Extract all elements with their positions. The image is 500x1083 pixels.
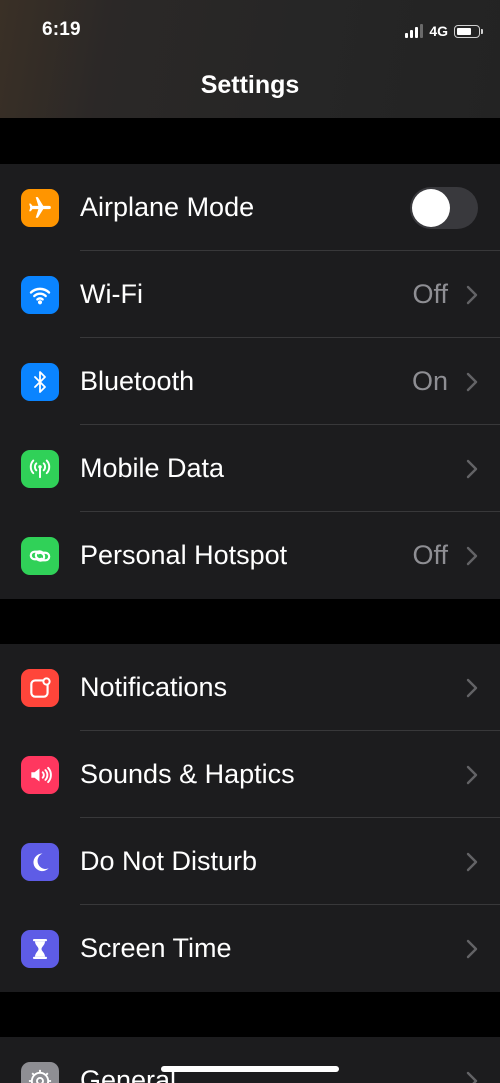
chevron-right-icon <box>466 765 478 784</box>
settings-row-personal-hotspot[interactable]: Personal Hotspot Off <box>0 512 500 599</box>
chevron-right-icon <box>466 678 478 697</box>
navigation-bar: 6:19 4G Settings <box>0 0 500 118</box>
chevron-right-icon <box>466 1071 478 1083</box>
settings-row-label: Screen Time <box>80 933 232 963</box>
settings-row-screen-time[interactable]: Screen Time <box>0 905 500 992</box>
chevron-right-icon <box>466 852 478 871</box>
settings-row-label: Do Not Disturb <box>80 846 258 876</box>
general-group: General <box>0 1037 500 1083</box>
settings-row-wifi[interactable]: Wi-Fi Off <box>0 251 500 338</box>
wifi-status-value: Off <box>412 279 448 309</box>
network-type: 4G <box>429 23 448 39</box>
settings-row-label: Personal Hotspot <box>80 540 288 570</box>
page-title: Settings <box>200 71 300 99</box>
airplane-icon <box>21 188 59 227</box>
settings-row-label: Bluetooth <box>80 366 195 396</box>
settings-row-mobile-data[interactable]: Mobile Data <box>0 425 500 512</box>
moon-icon <box>21 842 59 881</box>
settings-row-label: Airplane Mode <box>80 192 255 222</box>
status-indicators: 4G <box>405 20 483 42</box>
signal-strength-icon <box>405 24 424 38</box>
antenna-icon <box>21 449 59 488</box>
settings-row-notifications[interactable]: Notifications <box>0 644 500 731</box>
speaker-icon <box>21 755 59 794</box>
settings-row-label: Wi-Fi <box>80 279 143 309</box>
settings-row-do-not-disturb[interactable]: Do Not Disturb <box>0 818 500 905</box>
settings-row-label: Notifications <box>80 672 228 702</box>
chevron-right-icon <box>466 285 478 304</box>
connectivity-group: Airplane Mode Wi-Fi Off Bluetooth On Mob… <box>0 164 500 599</box>
notifications-group: Notifications Sounds & Haptics Do Not Di… <box>0 644 500 992</box>
airplane-mode-toggle[interactable] <box>410 186 478 229</box>
chevron-right-icon <box>466 546 478 565</box>
battery-icon <box>454 24 483 38</box>
wifi-icon <box>21 275 59 314</box>
home-indicator[interactable] <box>161 1066 339 1072</box>
settings-row-general[interactable]: General <box>0 1037 500 1083</box>
bluetooth-icon <box>21 362 59 401</box>
bluetooth-status-value: On <box>411 366 448 396</box>
gear-icon <box>21 1061 59 1083</box>
toggle-knob <box>412 188 450 227</box>
chevron-right-icon <box>466 459 478 478</box>
settings-row-label: Sounds & Haptics <box>80 759 295 789</box>
status-time: 6:19 <box>42 19 81 40</box>
hourglass-icon <box>21 929 59 968</box>
settings-row-airplane-mode[interactable]: Airplane Mode <box>0 164 500 251</box>
chevron-right-icon <box>466 939 478 958</box>
hotspot-icon <box>21 536 59 575</box>
notifications-icon <box>21 668 59 707</box>
hotspot-status-value: Off <box>412 540 448 570</box>
chevron-right-icon <box>466 372 478 391</box>
settings-row-label: Mobile Data <box>80 453 225 483</box>
settings-row-sounds-haptics[interactable]: Sounds & Haptics <box>0 731 500 818</box>
settings-row-bluetooth[interactable]: Bluetooth On <box>0 338 500 425</box>
battery-level <box>457 27 471 35</box>
